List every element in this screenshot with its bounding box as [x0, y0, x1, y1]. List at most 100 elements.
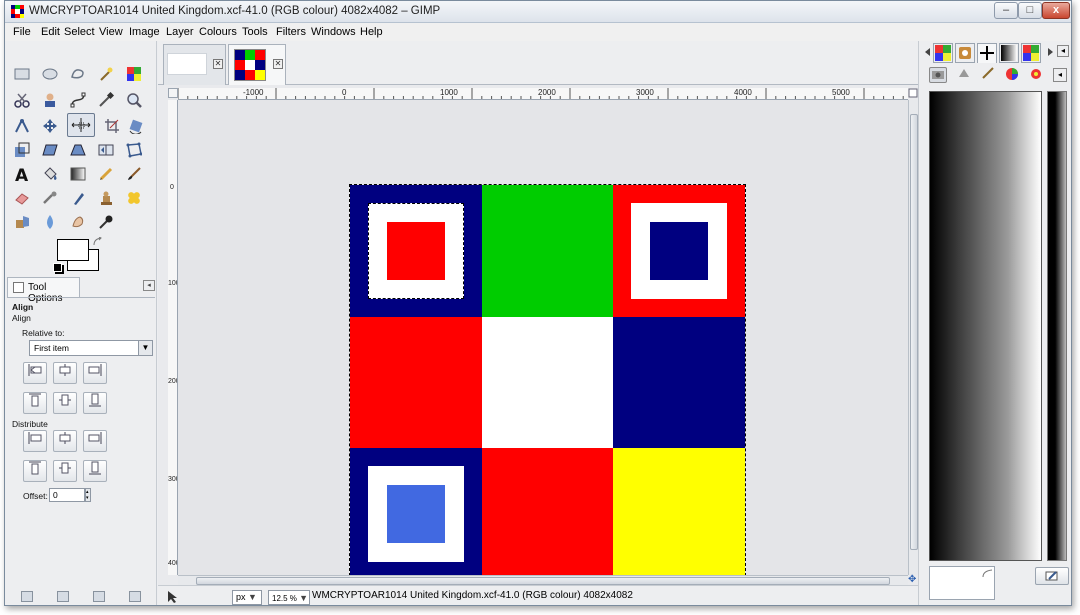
maximize-button[interactable]: □	[1018, 2, 1042, 19]
dock-menu-icon[interactable]: ◂	[1057, 45, 1069, 57]
distribute-right-button[interactable]	[83, 430, 107, 452]
dock-bottom-field[interactable]	[929, 566, 995, 600]
smudge-icon[interactable]	[67, 211, 89, 233]
align-center-button[interactable]	[53, 362, 77, 384]
rotate-icon[interactable]	[125, 115, 147, 137]
pencil-icon[interactable]	[95, 163, 117, 185]
menu-help[interactable]: Help	[360, 26, 383, 38]
pattern-icon[interactable]	[933, 43, 953, 63]
foreground-select-icon[interactable]	[39, 89, 61, 111]
scale-icon[interactable]	[11, 139, 33, 161]
restore-options-icon[interactable]	[57, 591, 69, 602]
eraser-icon[interactable]	[11, 187, 33, 209]
measure-icon[interactable]	[11, 115, 33, 137]
heal-icon[interactable]	[123, 187, 145, 209]
menu-image[interactable]: Image	[129, 26, 160, 38]
flip-icon[interactable]	[95, 139, 117, 161]
dodge-burn-icon[interactable]	[95, 211, 117, 233]
dock-submenu-icon[interactable]: ◂	[1053, 68, 1067, 82]
rect-select-icon[interactable]	[11, 63, 33, 85]
line-icon[interactable]	[977, 43, 997, 63]
perspective-icon[interactable]	[67, 139, 89, 161]
zoom-select[interactable]: 12.5 % ▼	[268, 590, 310, 605]
image-picture[interactable]	[349, 184, 746, 581]
gradient-icon[interactable]	[999, 43, 1019, 63]
brush-icon[interactable]	[955, 43, 975, 63]
color-picker-icon[interactable]	[95, 89, 117, 111]
zoom-fit-icon[interactable]	[908, 88, 918, 100]
default-colors-icon[interactable]	[53, 263, 62, 272]
menu-edit[interactable]: Edit	[41, 26, 60, 38]
fuzzy-select-icon[interactable]	[95, 63, 117, 85]
align-icon[interactable]	[67, 113, 95, 137]
align-middle-button[interactable]	[53, 392, 77, 414]
distribute-center-button[interactable]	[53, 430, 77, 452]
paintbrush-icon[interactable]	[123, 163, 145, 185]
align-right-edge-button[interactable]	[83, 362, 107, 384]
text-icon[interactable]: A	[11, 163, 33, 185]
select-by-color-icon[interactable]	[123, 63, 145, 85]
save-options-icon[interactable]	[21, 591, 33, 602]
menu-windows[interactable]: Windows	[311, 26, 356, 38]
channels-icon[interactable]	[955, 67, 973, 83]
image-tab-1[interactable]: ✕	[163, 44, 226, 85]
align-bottom-edge-button[interactable]	[83, 392, 107, 414]
perspective-clone-icon[interactable]	[11, 211, 33, 233]
offset-spinner[interactable]: ▴ ▾	[85, 488, 91, 502]
swap-colors-icon[interactable]	[93, 237, 103, 247]
vertical-scrollbar[interactable]	[908, 100, 918, 575]
horizontal-scroll-thumb[interactable]	[196, 577, 890, 585]
edit-gradient-button[interactable]	[1035, 567, 1069, 585]
clone-icon[interactable]	[95, 187, 117, 209]
horizontal-scrollbar[interactable]	[178, 575, 908, 585]
unit-select[interactable]: px ▼	[232, 590, 262, 605]
undo-icon[interactable]	[1027, 67, 1045, 83]
close-tab-icon[interactable]: ✕	[213, 59, 223, 69]
menu-view[interactable]: View	[99, 26, 123, 38]
zoom-icon[interactable]	[123, 89, 145, 111]
distribute-middle-button[interactable]	[53, 460, 77, 482]
blend-icon[interactable]	[67, 163, 89, 185]
gradient-preview[interactable]	[929, 91, 1042, 561]
distribute-left-button[interactable]	[23, 430, 47, 452]
cage-transform-icon[interactable]	[123, 139, 145, 161]
menu-tools[interactable]: Tools	[242, 26, 268, 38]
move-icon[interactable]	[39, 115, 61, 137]
menu-colours[interactable]: Colours	[199, 26, 237, 38]
layers-icon[interactable]	[929, 67, 947, 83]
menu-file[interactable]: File	[13, 26, 31, 38]
align-left-edge-button[interactable]	[23, 362, 47, 384]
ink-icon[interactable]	[67, 187, 89, 209]
close-tab-icon[interactable]: ✕	[273, 59, 283, 69]
tool-options-tab[interactable]: Tool Options	[7, 277, 80, 304]
reset-options-icon[interactable]	[129, 591, 141, 602]
palette-icon[interactable]	[1021, 43, 1041, 63]
distribute-top-button[interactable]	[23, 460, 47, 482]
align-top-edge-button[interactable]	[23, 392, 47, 414]
airbrush-icon[interactable]	[39, 187, 61, 209]
quick-mask-corner-icon[interactable]	[168, 88, 178, 98]
menu-filters[interactable]: Filters	[276, 26, 306, 38]
ellipse-select-icon[interactable]	[39, 63, 61, 85]
minimize-button[interactable]: –	[994, 2, 1018, 19]
offset-input[interactable]: 0	[49, 488, 85, 502]
menu-layer[interactable]: Layer	[166, 26, 194, 38]
vertical-scroll-thumb[interactable]	[910, 114, 918, 550]
close-button[interactable]: x	[1042, 2, 1070, 19]
paths-icon[interactable]	[979, 67, 997, 83]
image-tab-2[interactable]: ✕	[228, 44, 286, 85]
foreground-color-swatch[interactable]	[57, 239, 89, 261]
free-select-icon[interactable]	[67, 63, 89, 85]
relative-to-select[interactable]: First item ▼	[29, 340, 153, 356]
bucket-fill-icon[interactable]	[39, 163, 61, 185]
blur-icon[interactable]	[39, 211, 61, 233]
distribute-bottom-button[interactable]	[83, 460, 107, 482]
tab-scroll-right-icon[interactable]	[1047, 47, 1055, 57]
scissors-select-icon[interactable]	[11, 89, 33, 111]
navigate-icon[interactable]: ✥	[908, 575, 918, 585]
paths-icon[interactable]	[67, 89, 89, 111]
fg-bg-colors[interactable]	[53, 237, 103, 273]
tab-scroll-left-icon[interactable]	[923, 47, 931, 57]
dock-side-panel[interactable]	[1047, 91, 1067, 561]
delete-options-icon[interactable]	[93, 591, 105, 602]
